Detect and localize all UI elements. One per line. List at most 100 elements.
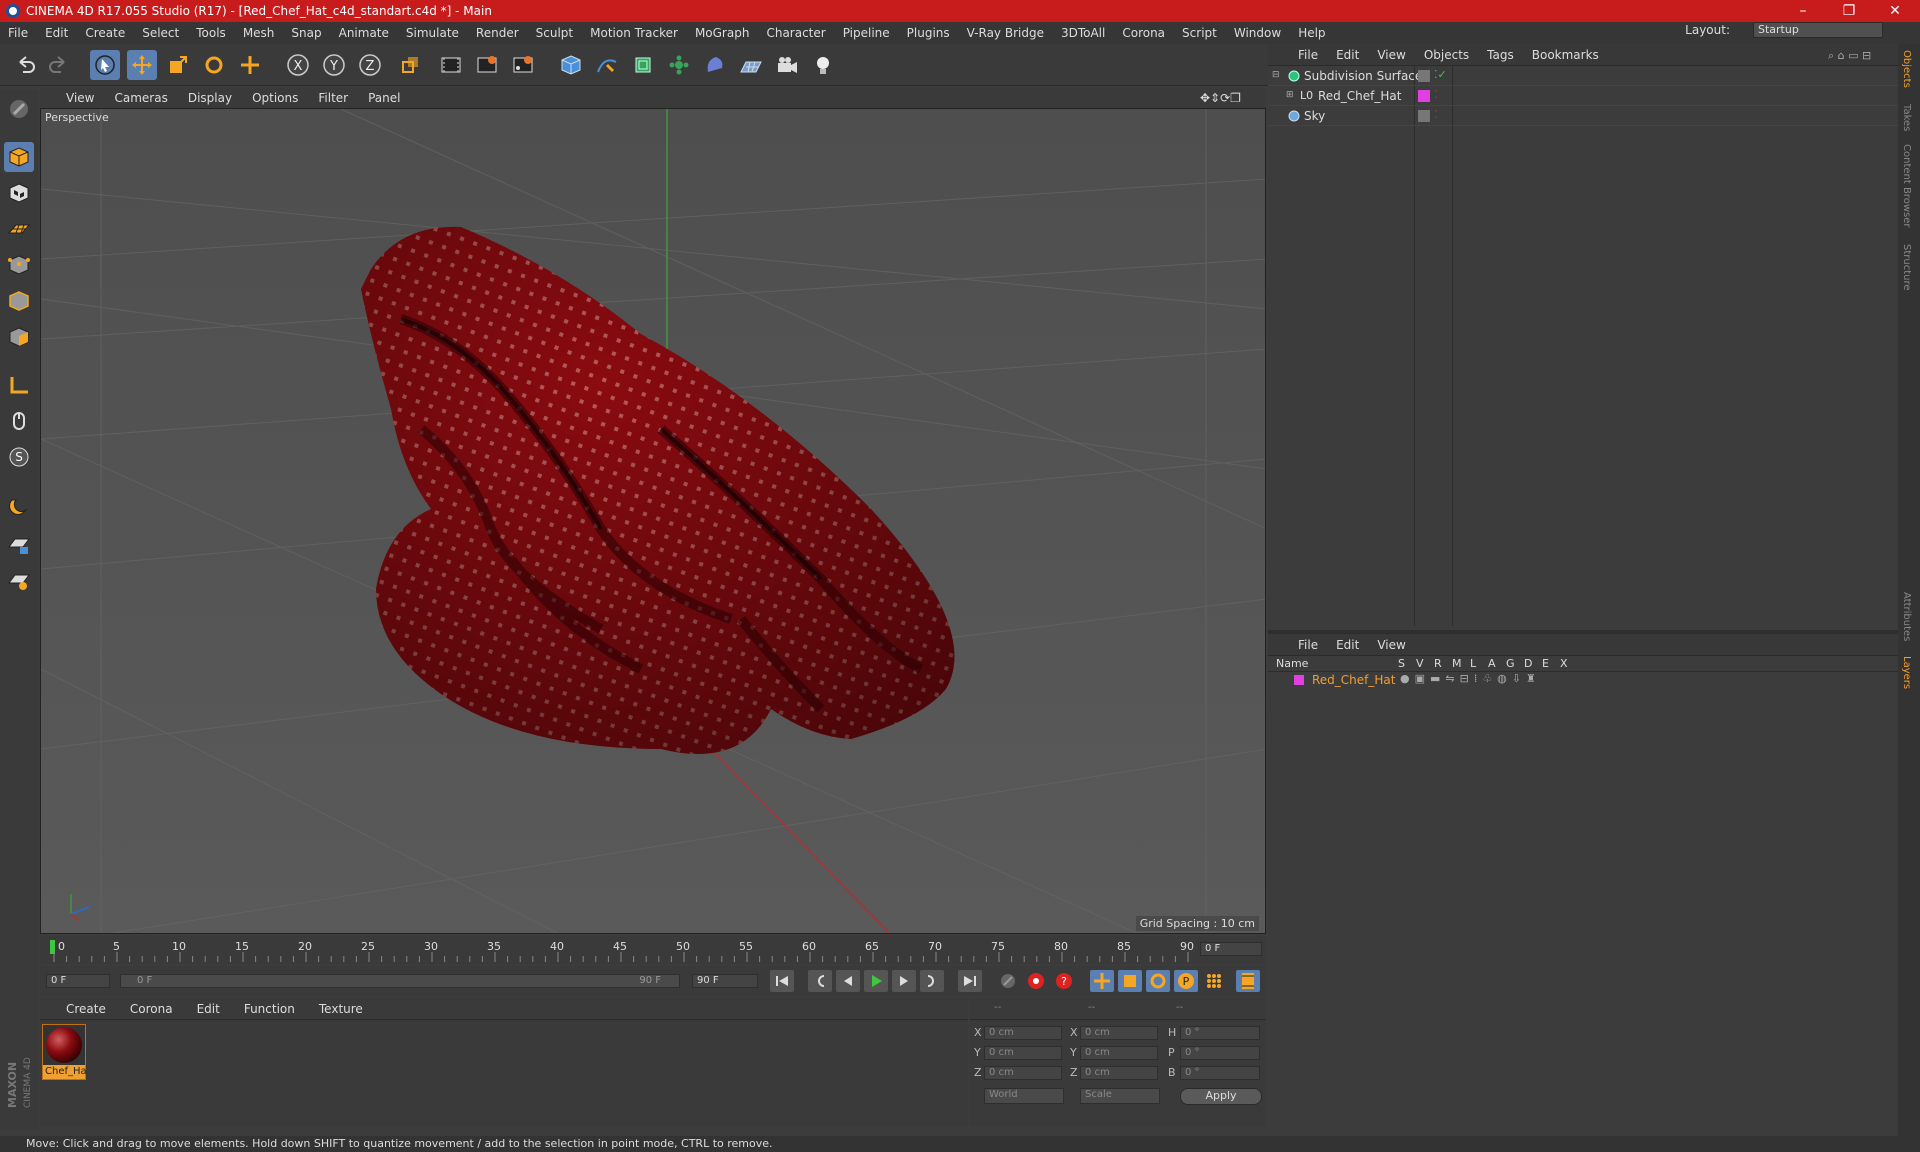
x-axis-lock-icon[interactable]: X bbox=[283, 50, 313, 80]
position-x-field[interactable]: 0 cm bbox=[984, 1026, 1062, 1040]
move-tool-icon[interactable] bbox=[127, 50, 157, 80]
scale-tool-icon[interactable] bbox=[163, 50, 193, 80]
layer-name[interactable]: Red_Chef_Hat bbox=[1312, 673, 1395, 687]
viewport-menu-filter[interactable]: Filter bbox=[318, 91, 348, 105]
key-position-icon[interactable] bbox=[1090, 970, 1114, 992]
next-frame-icon[interactable] bbox=[892, 970, 916, 992]
menu-mesh[interactable]: Mesh bbox=[243, 26, 275, 40]
tab-content-browser[interactable]: Content Browser bbox=[1901, 144, 1912, 227]
close-button[interactable]: ✕ bbox=[1872, 0, 1918, 22]
viewport-menu-cameras[interactable]: Cameras bbox=[114, 91, 167, 105]
current-frame-field[interactable]: 0 F bbox=[1200, 942, 1262, 956]
menu-edit[interactable]: Edit bbox=[45, 26, 68, 40]
expand-toggle-icon[interactable]: ⊞ bbox=[1286, 90, 1294, 100]
viewport-menu-display[interactable]: Display bbox=[188, 91, 232, 105]
mograph-cloner-icon[interactable] bbox=[664, 50, 694, 80]
go-to-start-icon[interactable] bbox=[770, 970, 794, 992]
solo-mode-icon[interactable]: S bbox=[4, 442, 34, 472]
objects-menu-view[interactable]: View bbox=[1377, 48, 1405, 62]
menu-create[interactable]: Create bbox=[85, 26, 125, 40]
material-menu-create[interactable]: Create bbox=[66, 1002, 106, 1016]
render-view-icon[interactable] bbox=[436, 50, 466, 80]
timeline-ruler[interactable]: 0 5 10 15 20 25 30 35 40 45 50 55 60 65 … bbox=[40, 936, 1266, 964]
planar-workplane-icon[interactable] bbox=[4, 566, 34, 596]
texture-mode-icon[interactable] bbox=[4, 178, 34, 208]
key-rotation-icon[interactable] bbox=[1146, 970, 1170, 992]
object-row-red-chef-hat[interactable]: ⊞ L0 Red_Chef_Hat ⁚ bbox=[1268, 86, 1898, 106]
menu-file[interactable]: File bbox=[8, 26, 28, 40]
menu-character[interactable]: Character bbox=[766, 26, 825, 40]
next-key-icon[interactable] bbox=[920, 970, 944, 992]
layers-menu-edit[interactable]: Edit bbox=[1336, 638, 1359, 652]
subdivision-surface-icon[interactable] bbox=[628, 50, 658, 80]
snap-magnet-icon[interactable] bbox=[4, 490, 34, 520]
go-to-end-icon[interactable] bbox=[958, 970, 982, 992]
coordinate-system-icon[interactable] bbox=[395, 50, 425, 80]
size-x-field[interactable]: 0 cm bbox=[1080, 1026, 1158, 1040]
lock-workplane-icon[interactable] bbox=[4, 530, 34, 560]
make-editable-icon[interactable] bbox=[4, 94, 34, 124]
preview-range-slider[interactable]: 0 F 90 F bbox=[120, 974, 680, 988]
render-to-picture-viewer-icon[interactable] bbox=[472, 50, 502, 80]
viewport-nav-icon[interactable]: ✥⇕⟳❐ bbox=[1200, 91, 1241, 105]
menu-help[interactable]: Help bbox=[1298, 26, 1325, 40]
object-row-subdivision[interactable]: ⊟ Subdivision Surface ⁚✓ bbox=[1268, 66, 1898, 86]
menu-snap[interactable]: Snap bbox=[291, 26, 321, 40]
layer-color-icon[interactable] bbox=[1418, 70, 1430, 82]
size-mode-dropdown[interactable]: Scale bbox=[1080, 1088, 1160, 1104]
menu-render[interactable]: Render bbox=[476, 26, 519, 40]
rotation-p-field[interactable]: 0 ° bbox=[1180, 1046, 1260, 1060]
workplane-mode-icon[interactable] bbox=[4, 214, 34, 244]
layer-color-swatch[interactable] bbox=[1418, 90, 1430, 102]
objects-menu-objects[interactable]: Objects bbox=[1424, 48, 1469, 62]
start-frame-field[interactable]: 0 F bbox=[46, 974, 110, 988]
key-pla-icon[interactable] bbox=[1202, 970, 1226, 992]
record-keyframe-icon[interactable] bbox=[1024, 970, 1048, 992]
minimize-button[interactable]: – bbox=[1780, 0, 1826, 22]
auto-keying-icon[interactable]: ? bbox=[1052, 970, 1076, 992]
menu-select[interactable]: Select bbox=[142, 26, 179, 40]
menu-pipeline[interactable]: Pipeline bbox=[843, 26, 890, 40]
timeline-window-icon[interactable] bbox=[1236, 970, 1260, 992]
layer-toggle-icons[interactable]: ●▣▬⇋⊟⁞♧◍⇩♜ bbox=[1400, 672, 1541, 685]
restore-button[interactable]: ❐ bbox=[1826, 0, 1872, 22]
rotation-b-field[interactable]: 0 ° bbox=[1180, 1066, 1260, 1080]
menu-3dtoall[interactable]: 3DToAll bbox=[1061, 26, 1105, 40]
search-icon[interactable]: ⌕ ⌂ ▭ ⊟ bbox=[1828, 49, 1871, 63]
tab-layers[interactable]: Layers bbox=[1901, 656, 1912, 689]
objects-menu-bookmarks[interactable]: Bookmarks bbox=[1532, 48, 1599, 62]
material-swatch[interactable]: Chef_Ha bbox=[42, 1024, 87, 1080]
viewport-menu-panel[interactable]: Panel bbox=[368, 91, 400, 105]
size-z-field[interactable]: 0 cm bbox=[1080, 1066, 1158, 1080]
layer-row[interactable]: Red_Chef_Hat ●▣▬⇋⊟⁞♧◍⇩♜ bbox=[1268, 672, 1898, 690]
apply-button[interactable]: Apply bbox=[1180, 1088, 1262, 1105]
menu-animate[interactable]: Animate bbox=[339, 26, 389, 40]
key-scale-icon[interactable] bbox=[1118, 970, 1142, 992]
enabled-check-icon[interactable]: ⁚✓ bbox=[1434, 68, 1447, 81]
rotate-tool-icon[interactable] bbox=[199, 50, 229, 80]
menu-script[interactable]: Script bbox=[1182, 26, 1217, 40]
visibility-dots-icon[interactable]: ⁚ bbox=[1434, 88, 1438, 101]
menu-window[interactable]: Window bbox=[1234, 26, 1281, 40]
spline-pen-icon[interactable] bbox=[592, 50, 622, 80]
objects-menu-file[interactable]: File bbox=[1298, 48, 1318, 62]
objects-menu-edit[interactable]: Edit bbox=[1336, 48, 1359, 62]
material-menu-edit[interactable]: Edit bbox=[197, 1002, 220, 1016]
edges-mode-icon[interactable] bbox=[4, 286, 34, 316]
deformer-icon[interactable] bbox=[700, 50, 730, 80]
menu-plugins[interactable]: Plugins bbox=[907, 26, 950, 40]
tab-objects[interactable]: Objects bbox=[1901, 50, 1912, 88]
objects-menu-tags[interactable]: Tags bbox=[1487, 48, 1514, 62]
layer-color-swatch[interactable] bbox=[1294, 675, 1304, 685]
menu-tools[interactable]: Tools bbox=[196, 26, 226, 40]
transform-tool-icon[interactable] bbox=[235, 50, 265, 80]
menu-sculpt[interactable]: Sculpt bbox=[536, 26, 573, 40]
menu-corona[interactable]: Corona bbox=[1122, 26, 1165, 40]
tab-structure[interactable]: Structure bbox=[1901, 244, 1912, 291]
layers-menu-view[interactable]: View bbox=[1377, 638, 1405, 652]
cube-primitive-icon[interactable] bbox=[556, 50, 586, 80]
layer-color-icon[interactable] bbox=[1418, 110, 1430, 122]
previous-frame-icon[interactable] bbox=[836, 970, 860, 992]
undo-button[interactable] bbox=[10, 50, 40, 80]
y-axis-lock-icon[interactable]: Y bbox=[319, 50, 349, 80]
